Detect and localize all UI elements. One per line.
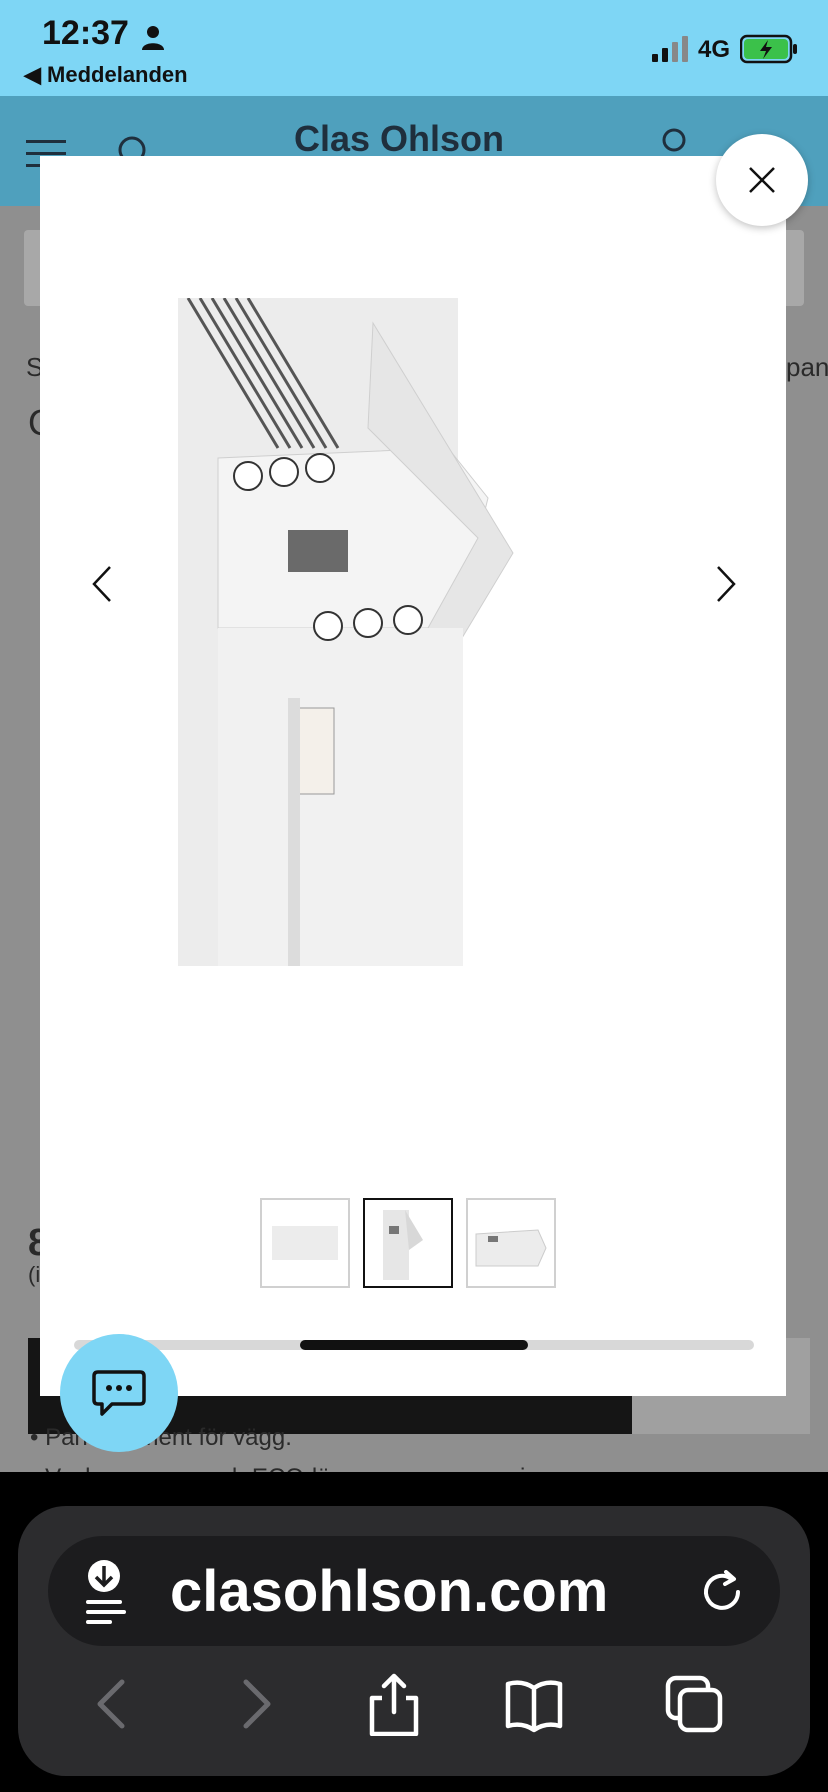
next-image-button[interactable]	[706, 554, 746, 614]
thumbnail-front-image	[272, 1226, 338, 1260]
chevron-left-icon	[92, 566, 111, 602]
person-icon	[142, 26, 164, 50]
share-icon[interactable]	[364, 1672, 424, 1736]
reload-icon[interactable]	[700, 1570, 746, 1616]
chevron-right-icon	[717, 566, 736, 602]
breadcrumb-fragment-right: pan	[786, 352, 828, 382]
chat-button[interactable]	[60, 1334, 178, 1452]
thumbnail-control-panel[interactable]	[363, 1198, 453, 1288]
site-logo[interactable]: Clas Ohlson	[294, 118, 504, 160]
book-icon[interactable]	[504, 1672, 564, 1736]
thumbnail-top[interactable]	[466, 1198, 556, 1288]
battery-charging-icon	[740, 34, 797, 64]
chat-bubble-icon	[92, 1370, 146, 1416]
tabs-icon[interactable]	[664, 1672, 724, 1736]
url-text[interactable]: clasohlson.com	[170, 1558, 608, 1625]
product-image-heater-control-panel	[178, 298, 514, 966]
thumbnail-top-image	[475, 1229, 547, 1267]
forward-arrow-icon[interactable]	[226, 1672, 286, 1736]
price-note-fragment: (i	[28, 1262, 41, 1287]
previous-image-button[interactable]	[82, 554, 122, 614]
gallery-scroll-thumb[interactable]	[300, 1340, 528, 1350]
back-arrow-icon[interactable]	[82, 1672, 142, 1736]
signal-icon	[652, 36, 688, 62]
download-icon[interactable]	[80, 1556, 130, 1626]
network-type: 4G	[698, 36, 731, 63]
thumbnail-front[interactable]	[260, 1198, 350, 1288]
close-button[interactable]	[716, 134, 808, 226]
back-to-app-link[interactable]: ◀ Meddelanden	[24, 62, 188, 88]
close-icon	[749, 167, 775, 193]
status-time: 12:37	[42, 14, 129, 52]
thumbnail-control-panel-image	[383, 1210, 423, 1280]
